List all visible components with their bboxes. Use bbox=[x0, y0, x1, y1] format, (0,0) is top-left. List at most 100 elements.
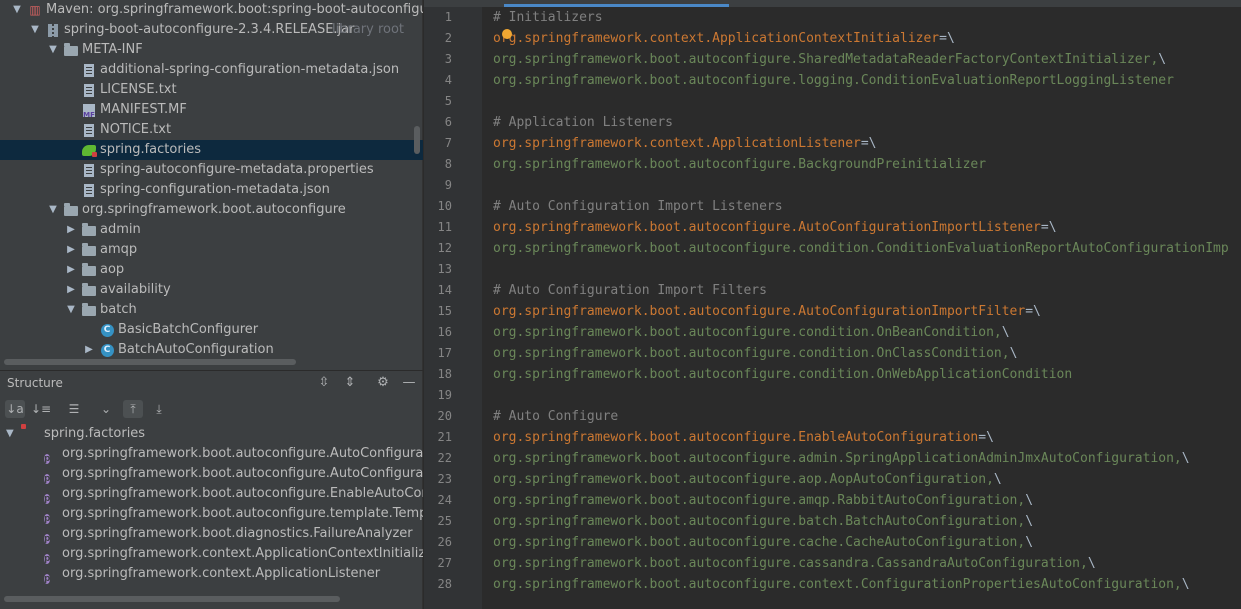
project-vertical-scrollbar[interactable] bbox=[414, 126, 420, 154]
code-line[interactable]: org.springframework.boot.autoconfigure.l… bbox=[493, 70, 1174, 91]
code-line[interactable]: org.springframework.boot.autoconfigure.E… bbox=[493, 427, 994, 448]
structure-item[interactable]: p org.springframework.boot.autoconfigure.… bbox=[0, 504, 423, 524]
structure-item[interactable]: p org.springframework.boot.diagnostics.Fa… bbox=[0, 524, 423, 544]
structure-horizontal-scrollbar[interactable] bbox=[4, 596, 340, 602]
code-line[interactable]: org.springframework.boot.autoconfigure.c… bbox=[493, 574, 1190, 595]
tree-item-label: spring-boot-autoconfigure-2.3.4.RELEASE.… bbox=[64, 22, 355, 37]
collapse-all-icon[interactable]: ⇕ bbox=[342, 375, 358, 391]
tree-item[interactable]: ▶ admin bbox=[0, 220, 423, 240]
code-line[interactable]: org.springframework.boot.autoconfigure.S… bbox=[493, 49, 1166, 70]
sort-alphabetically-icon[interactable]: ↓a bbox=[5, 400, 25, 418]
tree-item[interactable]: LICENSE.txt bbox=[0, 80, 423, 100]
gear-icon[interactable]: ⚙ bbox=[375, 375, 391, 391]
tree-item[interactable]: ▶ C BatchAutoConfiguration bbox=[0, 340, 423, 360]
chevron-down-icon[interactable]: ▼ bbox=[65, 300, 77, 320]
code-line[interactable]: org.springframework.boot.autoconfigure.A… bbox=[493, 301, 1041, 322]
tree-item[interactable]: additional-spring-configuration-metadata… bbox=[0, 60, 423, 80]
structure-item[interactable]: p org.springframework.boot.autoconfigure.… bbox=[0, 484, 423, 504]
tree-item-label: BasicBatchConfigurer bbox=[118, 322, 259, 337]
chevron-down-icon[interactable]: ▼ bbox=[29, 20, 41, 40]
structure-item[interactable]: p org.springframework.boot.autoconfigure.… bbox=[0, 464, 423, 484]
structure-item[interactable]: p org.springframework.context.Application… bbox=[0, 564, 423, 584]
tree-item[interactable]: ▶ amqp bbox=[0, 240, 423, 260]
code-line[interactable]: org.springframework.boot.autoconfigure.a… bbox=[493, 469, 1002, 490]
tree-item[interactable]: ▼ ▥ Maven: org.springframework.boot:spring… bbox=[0, 0, 423, 20]
line-number: 15 bbox=[437, 304, 452, 318]
code-line[interactable]: org.springframework.boot.autoconfigure.a… bbox=[493, 490, 1033, 511]
code-line[interactable]: # Application Listeners bbox=[493, 112, 673, 133]
chevron-down-icon[interactable]: ▼ bbox=[11, 0, 23, 20]
tree-item[interactable]: ▼ batch bbox=[0, 300, 423, 320]
code-line[interactable]: org.springframework.boot.autoconfigure.B… bbox=[493, 154, 986, 175]
property-value: org.springframework.boot.autoconfigure.c… bbox=[493, 367, 1073, 382]
chevron-right-icon[interactable]: ▶ bbox=[83, 340, 95, 360]
sort-by-type-icon[interactable]: ↓≡ bbox=[31, 400, 51, 418]
lightbulb-icon[interactable] bbox=[502, 29, 512, 39]
code-line[interactable]: org.springframework.boot.autoconfigure.b… bbox=[493, 511, 1033, 532]
tree-item[interactable]: spring-autoconfigure-metadata.properties bbox=[0, 160, 423, 180]
code-line[interactable]: # Auto Configuration Import Filters bbox=[493, 280, 767, 301]
chevron-right-icon[interactable]: ▶ bbox=[65, 220, 77, 240]
code-line[interactable]: # Auto Configuration Import Listeners bbox=[493, 196, 783, 217]
chevron-right-icon[interactable]: ▶ bbox=[65, 280, 77, 300]
chevron-down-icon[interactable]: ▼ bbox=[47, 40, 59, 60]
tree-item[interactable]: ▶ aop bbox=[0, 260, 423, 280]
structure-item[interactable]: p org.springframework.context.Application… bbox=[0, 544, 423, 564]
tree-item[interactable]: ▼ spring-boot-autoconfigure-2.3.4.RELEASE… bbox=[0, 20, 423, 40]
tree-item[interactable]: NOTICE.txt bbox=[0, 120, 423, 140]
folder-icon bbox=[82, 243, 96, 257]
comment-text: # Auto Configuration Import Listeners bbox=[493, 199, 783, 214]
code-line[interactable]: # Auto Configure bbox=[493, 406, 618, 427]
code-line[interactable]: org.springframework.boot.autoconfigure.A… bbox=[493, 217, 1057, 238]
code-line[interactable]: org.springframework.context.ApplicationC… bbox=[493, 28, 955, 49]
code-line[interactable]: org.springframework.boot.autoconfigure.c… bbox=[493, 322, 1010, 343]
line-number: 22 bbox=[437, 451, 452, 465]
folder-icon bbox=[82, 283, 96, 297]
autoscroll-from-source-icon[interactable]: ⤓ bbox=[149, 400, 169, 418]
chevron-down-icon[interactable]: ▼ bbox=[47, 200, 59, 220]
line-number: 25 bbox=[437, 514, 452, 528]
chevron-right-icon[interactable]: ▶ bbox=[65, 260, 77, 280]
tree-item[interactable]: MF MANIFEST.MF bbox=[0, 100, 423, 120]
code-line[interactable]: org.springframework.boot.autoconfigure.c… bbox=[493, 343, 1017, 364]
tree-item-label: LICENSE.txt bbox=[100, 82, 177, 97]
chevron-down-icon[interactable]: ▼ bbox=[6, 424, 14, 444]
tree-item[interactable]: ▼ META-INF bbox=[0, 40, 423, 60]
tree-item-label: spring-configuration-metadata.json bbox=[100, 182, 330, 197]
code-line[interactable]: org.springframework.context.ApplicationL… bbox=[493, 133, 877, 154]
folder-icon bbox=[82, 223, 96, 237]
tree-item[interactable]: spring.factories bbox=[0, 140, 423, 160]
code-line[interactable]: org.springframework.boot.autoconfigure.c… bbox=[493, 238, 1229, 259]
line-number: 2 bbox=[444, 31, 452, 45]
code-line[interactable]: org.springframework.boot.autoconfigure.c… bbox=[493, 553, 1096, 574]
chevron-right-icon[interactable]: ▶ bbox=[65, 240, 77, 260]
code-line[interactable]: org.springframework.boot.autoconfigure.a… bbox=[493, 448, 1190, 469]
tree-item[interactable]: C BasicBatchConfigurer bbox=[0, 320, 423, 340]
expand-all-icon[interactable]: ⇳ bbox=[316, 375, 332, 391]
project-tree[interactable]: ▼ ▥ Maven: org.springframework.boot:spring… bbox=[0, 0, 423, 370]
maven-library-icon: ▥ bbox=[29, 2, 41, 17]
property-icon: p bbox=[44, 574, 51, 584]
structure-item-label: org.springframework.boot.autoconfigure.A… bbox=[62, 446, 423, 461]
comment-text: # Application Listeners bbox=[493, 115, 674, 130]
code-line[interactable]: org.springframework.boot.autoconfigure.c… bbox=[493, 532, 1033, 553]
tree-item[interactable]: ▶ availability bbox=[0, 280, 423, 300]
autoscroll-to-source-icon[interactable]: ⤒ bbox=[123, 400, 143, 418]
editor-panel[interactable]: 1 # Initializers 2 org.springframework.cont… bbox=[424, 0, 1241, 609]
project-horizontal-scrollbar[interactable] bbox=[4, 359, 296, 365]
line-number: 10 bbox=[437, 199, 452, 213]
show-fields-icon[interactable]: ☰ bbox=[64, 400, 84, 418]
dropdown-arrow-icon[interactable]: ⌄ bbox=[96, 400, 116, 418]
tree-item[interactable]: spring-configuration-metadata.json bbox=[0, 180, 423, 200]
text-file-icon bbox=[82, 123, 96, 137]
line-continuation: \ bbox=[993, 472, 1002, 487]
minimize-icon[interactable]: — bbox=[401, 375, 417, 391]
code-line[interactable]: org.springframework.boot.autoconfigure.c… bbox=[493, 364, 1072, 385]
structure-item[interactable]: p org.springframework.boot.autoconfigure.… bbox=[0, 444, 423, 464]
tree-item[interactable]: ▼ org.springframework.boot.autoconfigure bbox=[0, 200, 423, 220]
code-line[interactable]: # Initializers bbox=[493, 7, 603, 28]
line-continuation: \ bbox=[1025, 535, 1034, 550]
line-continuation: \ bbox=[1181, 451, 1190, 466]
line-continuation: =\ bbox=[1025, 304, 1041, 319]
structure-root[interactable]: ▼ spring.factories bbox=[0, 424, 423, 444]
